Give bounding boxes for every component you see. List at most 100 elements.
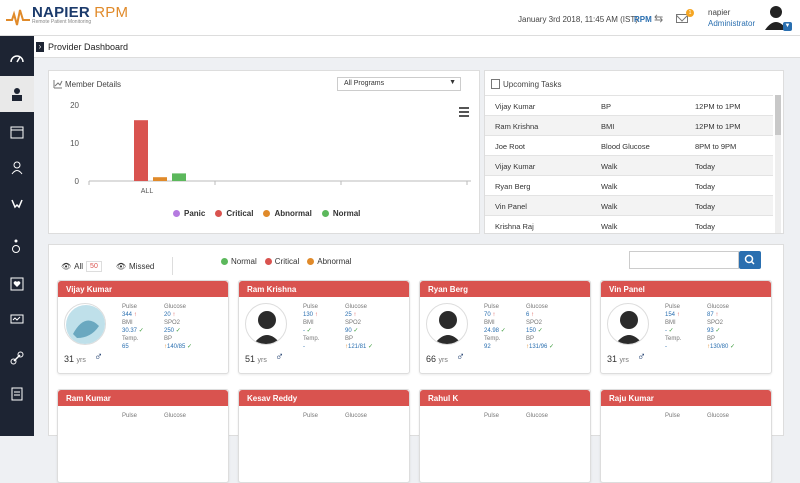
member-card[interactable]: Kesav Reddy Pulse Glucose xyxy=(238,389,410,483)
bp-value: 140/85 xyxy=(167,344,186,350)
task-task: Walk xyxy=(601,182,618,191)
rpm-link[interactable]: RPM xyxy=(634,15,652,24)
bar-abnormal[interactable] xyxy=(153,177,167,181)
check-icon: ✓ xyxy=(368,344,374,350)
nav-calendar-icon[interactable] xyxy=(0,114,34,150)
search-icon xyxy=(744,254,755,265)
arrow-up-icon: ↑ xyxy=(676,312,680,318)
legend-normal[interactable]: Normal xyxy=(321,209,360,218)
nav-reports-icon[interactable] xyxy=(0,376,34,412)
upcoming-tasks-panel: Upcoming Tasks Vijay Kumar BP 12PM to 1PM R… xyxy=(484,70,784,234)
legend-normal[interactable]: Normal xyxy=(221,257,257,266)
member-age: 51 yrs xyxy=(245,354,267,364)
user-name: napier xyxy=(708,8,731,17)
task-row[interactable]: Ram Krishna BMI 12PM to 1PM xyxy=(485,115,773,135)
member-avatar xyxy=(245,303,287,345)
user-menu-chevron-down-icon[interactable]: ▼ xyxy=(783,22,792,31)
task-task: Walk xyxy=(601,222,618,231)
task-name: Krishna Raj xyxy=(495,222,534,231)
member-name[interactable]: Ram Kumar xyxy=(58,390,228,406)
member-name[interactable]: Raju Kumar xyxy=(601,390,771,406)
collapse-chevron-icon[interactable]: › xyxy=(36,42,44,52)
nav-monitor-icon[interactable] xyxy=(0,302,34,338)
temp-value: - xyxy=(303,344,305,350)
task-time: Today xyxy=(695,222,716,231)
task-task: BP xyxy=(601,102,612,111)
legend-panic[interactable]: Panic xyxy=(173,209,205,218)
member-card[interactable]: Vin Panel 31 yrs ♂ Pulse 154 ↑ BMI - ✓ Temp. - Gl… xyxy=(600,280,772,374)
arrow-up-icon: ↑ xyxy=(133,312,137,318)
nav-care-icon[interactable] xyxy=(0,186,34,222)
user-role: Administrator xyxy=(708,19,756,28)
legend-normal-label: Normal xyxy=(231,257,257,266)
bp-value: 121/81 xyxy=(348,344,367,350)
legend-critical[interactable]: Critical xyxy=(264,257,299,266)
task-row[interactable]: Vijay Kumar BP 12PM to 1PM xyxy=(485,95,773,115)
nav-link-icon[interactable] xyxy=(0,340,34,376)
bmi-value: 24.98 xyxy=(484,328,500,334)
arrow-up-icon: ↑ xyxy=(353,312,357,318)
task-row[interactable]: Ryan Berg Walk Today xyxy=(485,175,773,195)
page-title: Provider Dashboard xyxy=(48,42,129,52)
temp-value: - xyxy=(665,344,667,350)
sidebar xyxy=(0,36,34,436)
member-card[interactable]: Vijay Kumar 31 yrs ♂ Pulse 344 ↑ BMI 30.37 ✓ Te… xyxy=(57,280,229,374)
notification-badge: 1 xyxy=(686,9,694,17)
search-button[interactable] xyxy=(739,251,761,269)
task-row[interactable]: Krishna Raj Walk Today xyxy=(485,215,773,233)
legend-abnormal[interactable]: Abnormal xyxy=(307,257,351,266)
temp-value: 65 xyxy=(122,344,129,350)
member-card[interactable]: Ram Kumar Pulse Glucose xyxy=(57,389,229,483)
member-name[interactable]: Ram Krishna xyxy=(239,281,409,297)
task-time: Today xyxy=(695,162,716,171)
member-search-input[interactable] xyxy=(629,251,739,269)
x-tick-label: ALL xyxy=(141,188,154,195)
nav-provider-icon[interactable] xyxy=(0,76,34,112)
filter-all[interactable]: 👁 All 50 xyxy=(61,260,102,272)
bar-normal[interactable] xyxy=(172,173,186,181)
member-name[interactable]: Rahul K xyxy=(420,390,590,406)
check-icon: ✓ xyxy=(537,328,543,334)
tasks-scrollbar[interactable] xyxy=(775,95,781,233)
pulse-value: 154 xyxy=(665,312,676,318)
member-card[interactable]: Ram Krishna 51 yrs ♂ Pulse 130 ↑ BMI - ✓ Temp. -… xyxy=(238,280,410,374)
task-name: Vin Panel xyxy=(495,202,527,211)
nav-patients-icon[interactable] xyxy=(0,150,34,186)
nav-dashboard-icon[interactable] xyxy=(0,40,34,76)
member-card[interactable]: Raju Kumar Pulse Glucose xyxy=(600,389,772,483)
arrow-up-icon: ↑ xyxy=(172,312,176,318)
legend-critical[interactable]: Critical xyxy=(215,209,253,218)
member-card[interactable]: Ryan Berg 66 yrs ♂ Pulse 70 ↑ BMI 24.98 ✓ Temp.… xyxy=(419,280,591,374)
nav-accessibility-icon[interactable] xyxy=(0,228,34,264)
chart-legend: Panic Critical Abnormal Normal xyxy=(173,209,360,218)
spo2-value: 93 xyxy=(707,328,714,334)
filter-all-count: 50 xyxy=(86,260,102,272)
task-time: 12PM to 1PM xyxy=(695,102,741,111)
task-row[interactable]: Vin Panel Walk Today xyxy=(485,195,773,215)
member-card[interactable]: Rahul K Pulse Glucose xyxy=(419,389,591,483)
bmi-value: - xyxy=(665,328,667,334)
task-row[interactable]: Vijay Kumar Walk Today xyxy=(485,155,773,175)
member-avatar xyxy=(64,303,106,345)
task-row[interactable]: Joe Root Blood Glucose 8PM to 9PM xyxy=(485,135,773,155)
member-name[interactable]: Ryan Berg xyxy=(420,281,590,297)
tasks-table: Vijay Kumar BP 12PM to 1PM Ram Krishna BMI 12… xyxy=(485,95,773,233)
task-name: Vijay Kumar xyxy=(495,102,536,111)
task-name: Ram Krishna xyxy=(495,122,539,131)
member-name[interactable]: Vin Panel xyxy=(601,281,771,297)
legend-abnormal[interactable]: Abnormal xyxy=(263,209,312,218)
member-name[interactable]: Vijay Kumar xyxy=(58,281,228,297)
pulse-value: 344 xyxy=(122,312,133,318)
task-time: 12PM to 1PM xyxy=(695,122,741,131)
task-time: Today xyxy=(695,182,716,191)
member-name[interactable]: Kesav Reddy xyxy=(239,390,409,406)
filter-missed[interactable]: 👁 Missed xyxy=(116,262,155,271)
bmi-value: - xyxy=(303,328,305,334)
switch-icon[interactable]: ⇆ xyxy=(654,12,663,25)
task-name: Vijay Kumar xyxy=(495,162,536,171)
nav-health-icon[interactable] xyxy=(0,266,34,302)
brand-logo[interactable]: NAPIER RPM Remote Patient Monitoring xyxy=(4,5,128,28)
check-icon: ✓ xyxy=(175,328,181,334)
bar-critical[interactable] xyxy=(134,120,148,181)
task-name: Ryan Berg xyxy=(495,182,531,191)
